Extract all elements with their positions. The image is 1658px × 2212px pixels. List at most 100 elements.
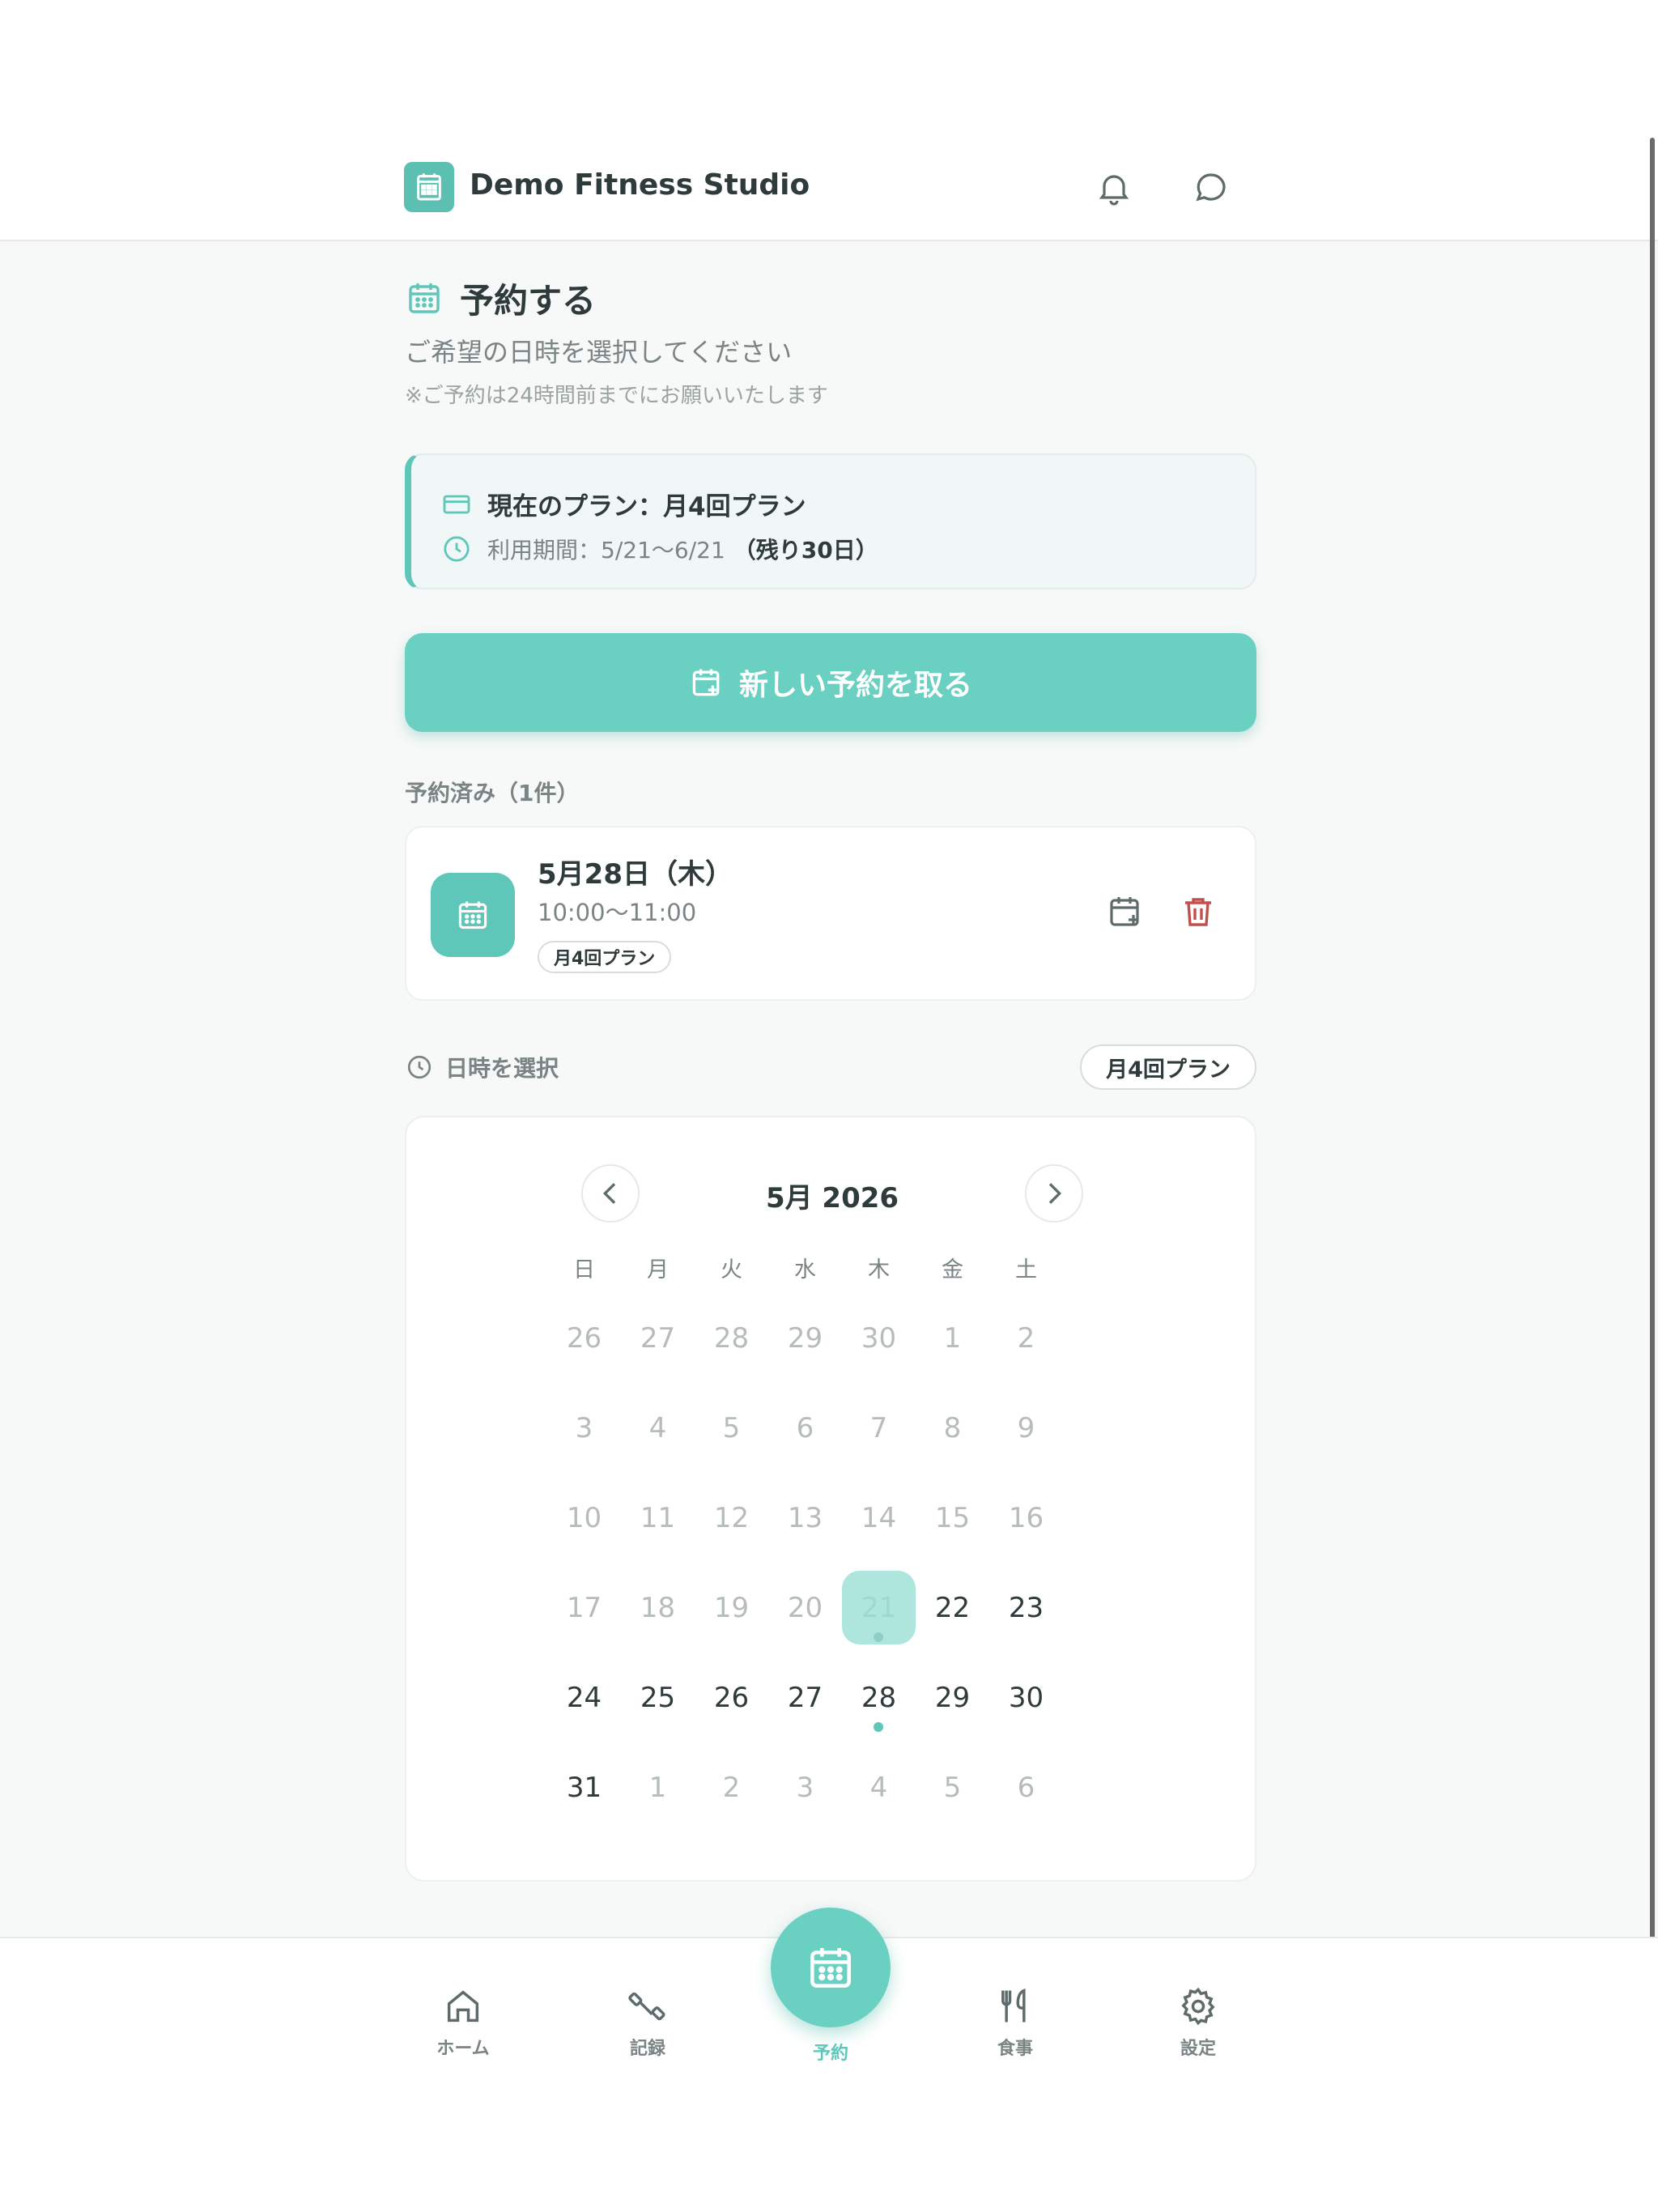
calendar-day-disabled: 29 xyxy=(787,1321,823,1355)
calendar-day-disabled: 10 xyxy=(566,1501,602,1534)
nav-home-label: ホーム xyxy=(436,2039,490,2059)
chat-icon[interactable] xyxy=(1192,168,1231,207)
booking-indicator-dot xyxy=(874,1722,883,1732)
calendar-day[interactable]: 30 xyxy=(989,1661,1063,1734)
calendar-day[interactable]: 22 xyxy=(916,1571,989,1644)
calendar-day-disabled: 3 xyxy=(575,1411,593,1444)
weekday-label: 土 xyxy=(1015,1257,1037,1283)
clock-icon xyxy=(407,1055,432,1079)
calendar-icon xyxy=(458,901,487,929)
calendar-day-today: 21 xyxy=(842,1571,916,1644)
bell-icon[interactable] xyxy=(1095,168,1133,207)
calendar-day[interactable]: 23 xyxy=(989,1571,1063,1644)
plan-pill: 月4回プラン xyxy=(1080,1044,1256,1090)
calendar-day-disabled: 8 xyxy=(943,1411,962,1444)
calendar-day-booked[interactable]: 28 xyxy=(842,1661,916,1734)
booking-calendar-badge xyxy=(431,873,515,957)
bottom-nav: ホーム 記録 予約 食事 設定 xyxy=(0,1908,1658,2212)
booking-time: 10:00〜11:00 xyxy=(538,899,697,926)
calendar-day-disabled: 15 xyxy=(934,1501,971,1534)
page-title: 予約する xyxy=(460,280,597,321)
calendar-day-disabled: 1 xyxy=(648,1771,667,1804)
calendar-icon xyxy=(409,283,440,313)
calendar: 5月 2026 日月火水木金土 26 27 28 29 30 1 2 3 4 5 6 7 8 9 10 11 1… xyxy=(405,1116,1256,1882)
nav-records[interactable]: 記録 xyxy=(591,1985,704,2060)
nav-booking-fab[interactable] xyxy=(771,1908,891,2027)
calendar-month-title: 5月 2026 xyxy=(765,1182,899,1214)
calendar-day-disabled: 7 xyxy=(869,1411,888,1444)
nav-home[interactable]: ホーム xyxy=(406,1985,520,2060)
reschedule-calendar-icon[interactable] xyxy=(1106,892,1145,931)
calendar-day-disabled: 20 xyxy=(787,1591,823,1624)
page-subtitle: ご希望の日時を選択してください xyxy=(405,337,793,368)
booking-plan-tag: 月4回プラン xyxy=(538,941,672,973)
calendar-day-disabled: 6 xyxy=(1017,1771,1035,1804)
studio-logo xyxy=(404,162,454,212)
nav-meals[interactable]: 食事 xyxy=(959,1985,1072,2060)
calendar-day-disabled: 19 xyxy=(713,1591,750,1624)
trash-icon[interactable] xyxy=(1179,892,1218,931)
calendar-day[interactable]: 31 xyxy=(547,1750,621,1824)
calendar-day-disabled: 5 xyxy=(943,1771,962,1804)
booking-card[interactable]: 5月28日（木） 10:00〜11:00 月4回プラン xyxy=(405,826,1256,1001)
weekday-label: 火 xyxy=(721,1257,742,1283)
calendar-day[interactable]: 29 xyxy=(916,1661,989,1734)
calendar-day-disabled: 18 xyxy=(640,1591,676,1624)
new-booking-button[interactable]: 新しい予約を取る xyxy=(405,633,1256,732)
building-icon xyxy=(417,173,441,201)
calendar-day-disabled: 11 xyxy=(640,1501,676,1534)
app-header: Demo Fitness Studio xyxy=(0,138,1658,241)
booked-section-label: 予約済み（1件） xyxy=(405,780,580,806)
plan-name-row: 現在のプラン：月4回プラン xyxy=(440,486,806,522)
clock-icon xyxy=(444,536,470,562)
plan-name: 現在のプラン：月4回プラン xyxy=(487,492,806,521)
new-booking-label: 新しい予約を取る xyxy=(738,669,972,702)
calendar-day[interactable]: 24 xyxy=(547,1661,621,1734)
calendar-day-disabled: 28 xyxy=(713,1321,750,1355)
booking-note: ※ご予約は24時間前までにお願いいたします xyxy=(405,384,828,408)
calendar-day[interactable]: 26 xyxy=(695,1661,768,1734)
weekday-label: 金 xyxy=(942,1257,963,1283)
calendar-day-disabled: 1 xyxy=(943,1321,962,1355)
dumbbell-icon xyxy=(628,1992,665,2021)
weekday-label: 木 xyxy=(868,1257,890,1283)
brand-name: Demo Fitness Studio xyxy=(470,168,810,202)
gear-icon xyxy=(1181,1987,1215,2026)
booking-date: 5月28日（木） xyxy=(538,858,733,891)
calendar-day-disabled: 4 xyxy=(648,1411,667,1444)
chevron-right-icon xyxy=(1048,1183,1062,1204)
top-spacer xyxy=(0,0,1658,138)
calendar-day-disabled: 12 xyxy=(713,1501,750,1534)
calendar-day-disabled: 4 xyxy=(869,1771,888,1804)
calendar-day-disabled: 17 xyxy=(566,1591,602,1624)
nav-meals-label: 食事 xyxy=(997,2039,1033,2059)
scrollbar[interactable] xyxy=(1650,138,1655,1947)
nav-booking-label[interactable]: 予約 xyxy=(774,2039,887,2065)
calendar-day[interactable]: 25 xyxy=(621,1661,695,1734)
current-plan-card: 現在のプラン：月4回プラン 利用期間：5/21〜6/21 （残り30日） xyxy=(405,453,1256,589)
calendar-plus-icon xyxy=(692,669,720,696)
calendar-day-disabled: 9 xyxy=(1017,1411,1035,1444)
calendar-day-disabled: 14 xyxy=(861,1501,897,1534)
datetime-label: 日時を選択 xyxy=(445,1055,559,1082)
calendar-day-disabled: 27 xyxy=(640,1321,676,1355)
fork-knife-icon xyxy=(1001,1988,1026,2023)
main-content: 予約する ご希望の日時を選択してください ※ご予約は24時間前までにお願いいたし… xyxy=(0,241,1658,1937)
calendar-day[interactable]: 27 xyxy=(768,1661,842,1734)
calendar-icon xyxy=(810,1948,851,1988)
calendar-day-disabled: 26 xyxy=(566,1321,602,1355)
credit-card-icon xyxy=(443,495,470,513)
booking-indicator-dot xyxy=(874,1632,883,1642)
plan-remaining-days: （残り30日） xyxy=(733,537,878,564)
plan-period: 利用期間：5/21〜6/21 xyxy=(487,537,725,564)
next-month-button[interactable] xyxy=(1025,1164,1083,1223)
datetime-label-row: 日時を選択 xyxy=(405,1051,559,1083)
nav-settings[interactable]: 設定 xyxy=(1141,1985,1255,2060)
calendar-day-disabled: 13 xyxy=(787,1501,823,1534)
plan-period-row: 利用期間：5/21〜6/21 （残り30日） xyxy=(440,533,878,565)
weekday-label: 水 xyxy=(794,1257,816,1283)
calendar-day-disabled: 16 xyxy=(1008,1501,1044,1534)
weekday-label: 日 xyxy=(573,1257,595,1283)
calendar-day-disabled: 2 xyxy=(1017,1321,1035,1355)
calendar-day-disabled: 2 xyxy=(722,1771,741,1804)
